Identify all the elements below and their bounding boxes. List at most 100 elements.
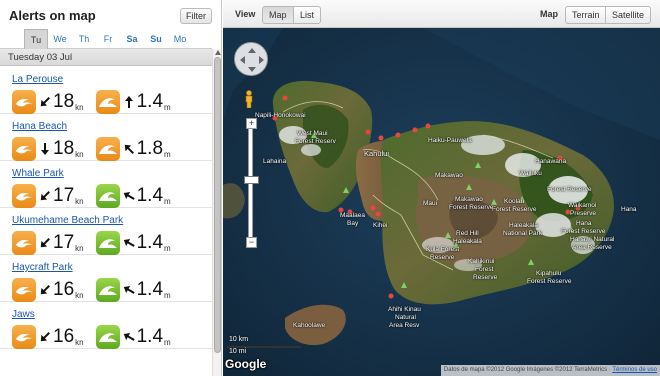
wind-speed: 18 <box>53 138 75 159</box>
pan-control[interactable] <box>234 42 268 76</box>
wave-unit: m <box>164 150 171 159</box>
spot-name-link[interactable]: La Perouse <box>12 74 63 85</box>
wind-direction-arrow-icon <box>40 238 50 248</box>
place-makawao: Makawao <box>435 172 463 179</box>
tab-day-sa[interactable]: Sa <box>120 29 144 49</box>
wind-speed: 16 <box>53 326 75 347</box>
spot-name-link[interactable]: Whale Park <box>12 168 64 179</box>
wind-direction-arrow-icon <box>40 97 50 107</box>
map-scale: 10 km 10 mi <box>227 336 307 356</box>
panel-header: Alerts on map Filter <box>0 0 221 29</box>
place-makawao-fr-1: Makawao <box>455 196 483 203</box>
wave-direction-arrow-icon <box>124 144 134 154</box>
view-label: View <box>235 9 256 19</box>
wave-height: 1.4 <box>136 326 164 347</box>
wave-height: 1.4 <box>136 91 164 112</box>
wind-unit: kn <box>75 338 84 347</box>
tab-day-su[interactable]: Su <box>144 29 168 49</box>
satellite-button[interactable]: Satellite <box>605 6 652 24</box>
terms-link[interactable]: Términos de uso <box>612 367 657 373</box>
wave-icon <box>95 184 120 208</box>
spot-conditions: 16 kn 1.4 m <box>12 325 171 349</box>
wind-unit: kn <box>75 150 84 159</box>
place-kipahulu-1: Kipahulu <box>536 270 562 277</box>
wave-icon <box>95 278 120 302</box>
map-attribution: Datos de mapa ©2012 Google Imágenes ©201… <box>440 365 660 376</box>
scrollbar-thumb[interactable] <box>214 57 221 353</box>
wave-direction-arrow-icon <box>123 333 135 341</box>
wind-unit: kn <box>75 197 84 206</box>
terrain-button[interactable]: Terrain <box>565 6 607 24</box>
tab-day-th[interactable]: Th <box>72 29 96 49</box>
place-maalaea-1: Maalaea <box>340 212 365 219</box>
list-item: Whale Park 17 kn 1.4 m <box>0 161 212 208</box>
wind-speed: 17 <box>53 185 75 206</box>
scroll-up-arrow-icon[interactable] <box>214 49 222 56</box>
map-toolbar: View Map List Map Terrain Satellite <box>223 0 660 28</box>
wind-direction-arrow-icon <box>40 285 50 295</box>
list-item: Ukumehame Beach Park 17 kn 1.4 m <box>0 208 212 255</box>
wind-unit: kn <box>75 291 84 300</box>
place-kula-2: Reserve <box>430 254 455 261</box>
place-koolau-2: Forest Reserve <box>492 206 537 213</box>
wave-icon <box>95 137 120 161</box>
google-logo[interactable]: Google <box>225 357 266 371</box>
scale-mi: 10 mi <box>229 348 247 355</box>
wave-height: 1.4 <box>136 185 164 206</box>
place-lahaina: Lahaina <box>263 158 287 165</box>
place-haleakala-2: National Park <box>503 230 543 237</box>
wave-unit: m <box>164 291 171 300</box>
zoom-slider-track[interactable] <box>248 128 253 240</box>
wave-direction-arrow-icon <box>123 286 135 294</box>
wave-direction-arrow-icon <box>123 192 135 200</box>
panel-title: Alerts on map <box>9 8 96 23</box>
place-west-maui-1: West Maui <box>297 130 328 137</box>
wave-unit: m <box>164 197 171 206</box>
map-view[interactable]: Napili-Honokowai West Maui Forest Reserv… <box>223 0 660 376</box>
place-ahihi-2: Natural <box>395 314 416 321</box>
place-wailuku: Wailuku <box>519 170 542 177</box>
place-kihei: Kihei <box>373 222 388 229</box>
place-hanawana-2: Forest Reserve <box>547 186 592 193</box>
spot-name-link[interactable]: Ukumehame Beach Park <box>12 215 123 226</box>
wind-unit: kn <box>75 103 84 112</box>
place-hana: Hana <box>621 206 637 213</box>
filter-button[interactable]: Filter <box>180 8 212 24</box>
place-waikamoi-1: Waikamoi <box>568 202 597 209</box>
tab-day-mo[interactable]: Mo <box>168 29 192 49</box>
place-maalaea-2: Bay <box>347 220 359 227</box>
tab-day-tu[interactable]: Tu <box>24 29 48 49</box>
place-ahihi-1: Ahihi Kinau <box>388 306 421 313</box>
spot-name-link[interactable]: Jaws <box>12 309 35 320</box>
tab-day-we[interactable]: We <box>48 29 72 49</box>
spot-conditions: 18 kn 1.8 m <box>12 137 171 161</box>
scrollbar[interactable] <box>212 49 222 376</box>
place-west-maui-2: Forest Reserv <box>295 138 336 145</box>
street-view-pegman-icon[interactable] <box>244 90 254 108</box>
tab-day-fr[interactable]: Fr <box>96 29 120 49</box>
wind-direction-arrow-icon <box>40 191 50 201</box>
view-list-button[interactable]: List <box>293 6 322 24</box>
wave-icon <box>95 90 120 114</box>
wind-icon <box>12 325 36 349</box>
zoom-out-button[interactable]: − <box>246 237 257 248</box>
wave-unit: m <box>164 103 171 112</box>
place-kahului: Kahului <box>364 149 390 158</box>
list-item: La Perouse 18 kn 1.4 m <box>0 67 212 114</box>
spot-conditions: 17 kn 1.4 m <box>12 231 171 255</box>
wind-icon <box>12 231 36 255</box>
wave-height: 1.8 <box>136 138 164 159</box>
place-haleakala-1: Haleakala <box>509 222 538 229</box>
wave-height: 1.4 <box>136 232 164 253</box>
view-map-button[interactable]: Map <box>262 6 294 24</box>
place-hana-fr-1: Hana <box>576 220 592 227</box>
spot-name-link[interactable]: Haycraft Park <box>12 262 73 273</box>
spot-name-link[interactable]: Hana Beach <box>12 121 67 132</box>
zoom-slider-handle[interactable] <box>244 176 259 184</box>
wave-height: 1.4 <box>136 279 164 300</box>
spot-conditions: 16 kn 1.4 m <box>12 278 171 302</box>
wind-speed: 16 <box>53 279 75 300</box>
place-kahoolawe: Kahoolawe <box>293 322 326 329</box>
place-koolau-1: Koolau <box>504 198 525 205</box>
list-item: Hana Beach 18 kn 1.8 m <box>0 114 212 161</box>
